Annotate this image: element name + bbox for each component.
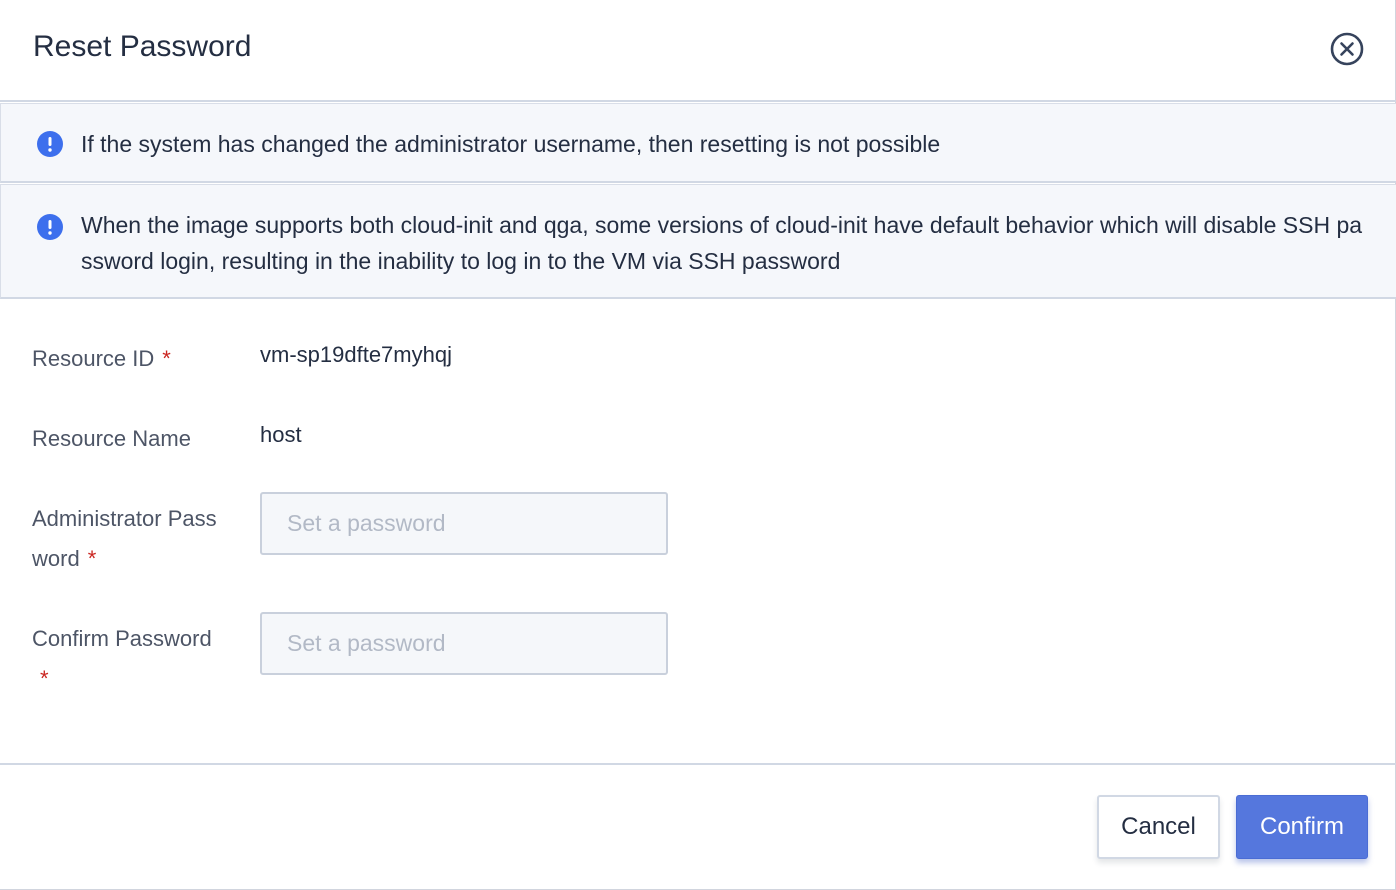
required-mark: * [162,346,171,371]
cancel-button[interactable]: Cancel [1097,795,1220,859]
confirm-password-input[interactable] [260,612,668,675]
alert-text: When the image supports both cloud-init … [81,212,1363,274]
close-icon[interactable] [1329,31,1365,67]
alert-text: If the system has changed the administra… [81,131,941,157]
admin-password-label: Administrator Password * [32,499,228,579]
resource-name-value: host [260,422,302,447]
confirm-password-label-text: Confirm Password [32,626,212,651]
resource-name-label: Resource Name [32,426,191,451]
required-mark: * [40,666,49,691]
dialog-header: Reset Password [0,0,1396,102]
alert-username-changed: If the system has changed the administra… [0,103,1396,183]
resource-id-label: Resource ID * [32,339,232,379]
resource-id-value: vm-sp19dfte7myhqj [260,342,452,367]
admin-password-input[interactable] [260,492,668,555]
dialog-title: Reset Password [33,30,252,63]
required-mark: * [87,546,97,571]
info-circle-icon [37,214,63,240]
info-circle-icon [37,131,63,157]
resource-id-label-text: Resource ID [32,346,155,371]
confirm-button[interactable]: Confirm [1236,795,1368,859]
confirm-password-label: Confirm Password * [32,619,228,699]
admin-password-label-text: Administrator Password [32,506,217,571]
reset-password-dialog: Reset Password If the system has changed… [0,0,1396,890]
footer-divider [0,763,1396,765]
alert-cloud-init: When the image supports both cloud-init … [0,184,1396,299]
